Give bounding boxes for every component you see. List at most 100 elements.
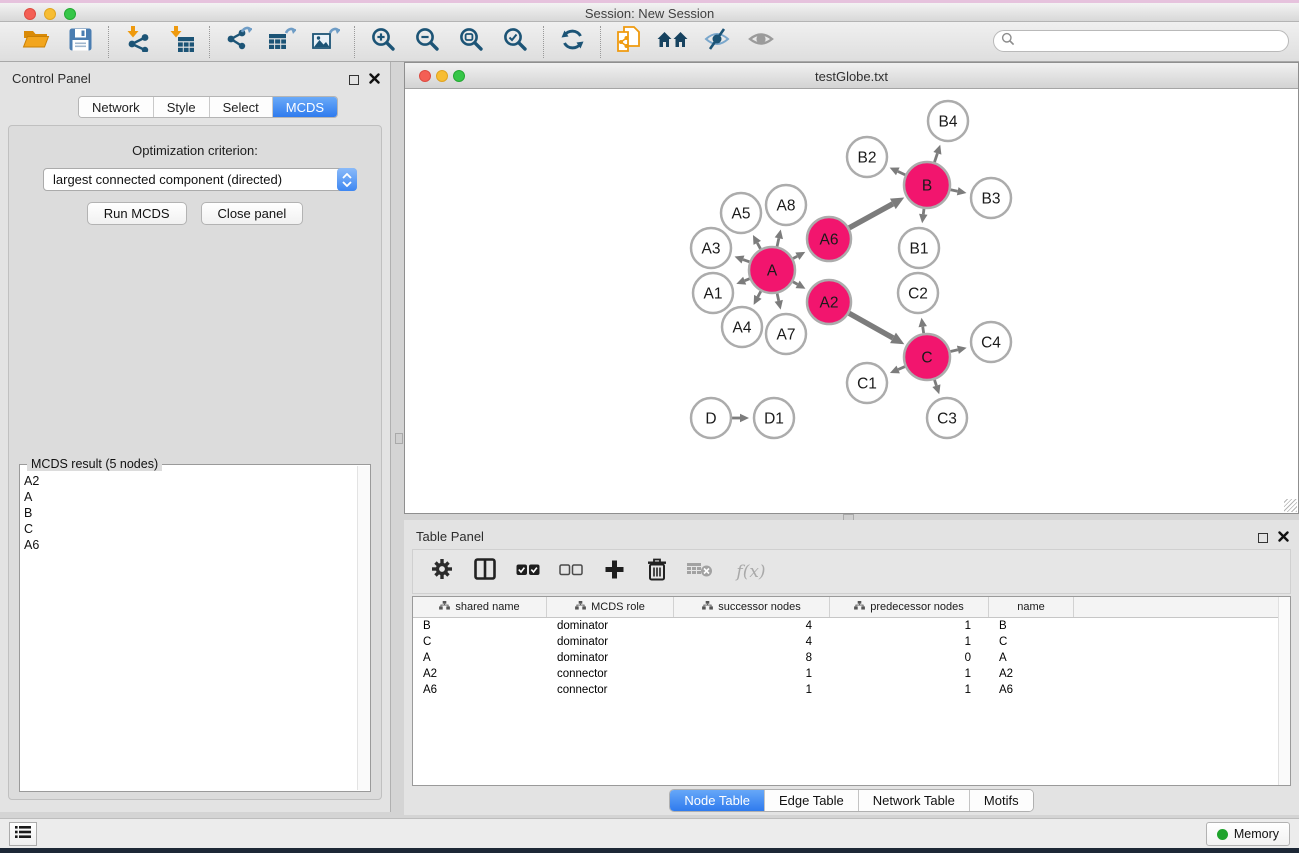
graph-edge-B-B2[interactable] bbox=[898, 171, 905, 174]
table-cell[interactable]: C bbox=[413, 636, 547, 648]
add-row-button[interactable] bbox=[601, 559, 627, 585]
graph-edge-A-A4[interactable] bbox=[758, 291, 761, 297]
column-header-successor-nodes[interactable]: successor nodes bbox=[674, 597, 830, 617]
table-cell[interactable]: 4 bbox=[674, 620, 830, 632]
graph-edge-A2-C[interactable] bbox=[849, 313, 893, 338]
search-field[interactable] bbox=[993, 30, 1289, 52]
split-handle[interactable] bbox=[395, 433, 403, 444]
table-cell[interactable]: A bbox=[413, 652, 547, 664]
hide-selected-button[interactable] bbox=[701, 27, 733, 57]
function-builder-button[interactable]: f(x) bbox=[730, 559, 772, 585]
clone-network-button[interactable] bbox=[613, 27, 645, 57]
deselect-all-button[interactable] bbox=[558, 559, 584, 585]
run-mcds-button[interactable]: Run MCDS bbox=[87, 202, 187, 225]
show-all-button[interactable] bbox=[745, 27, 777, 57]
graph-edge-B-B3[interactable] bbox=[951, 190, 958, 191]
show-columns-button[interactable] bbox=[472, 559, 498, 585]
tab-node-table[interactable]: Node Table bbox=[670, 790, 765, 811]
table-cell[interactable]: 1 bbox=[674, 684, 830, 696]
column-header-shared-name[interactable]: shared name bbox=[413, 597, 547, 617]
table-row[interactable]: Adominator80A bbox=[413, 650, 1290, 666]
first-neighbors-button[interactable] bbox=[657, 27, 689, 57]
close-panel-icon[interactable] bbox=[1278, 529, 1289, 547]
zoom-out-button[interactable] bbox=[411, 27, 443, 57]
graph-edge-C-C1[interactable] bbox=[898, 367, 905, 370]
table-row[interactable]: Bdominator41B bbox=[413, 618, 1290, 634]
graph-edge-B-B4[interactable] bbox=[934, 153, 937, 162]
graph-edge-A-A2[interactable] bbox=[793, 282, 798, 285]
graph-edge-B-B1[interactable] bbox=[923, 209, 924, 214]
table-cell[interactable]: A2 bbox=[413, 668, 547, 680]
graph-edge-C-C4[interactable] bbox=[950, 350, 958, 352]
graph-edge-C-C2[interactable] bbox=[923, 327, 924, 334]
table-cell[interactable]: C bbox=[989, 636, 1074, 648]
table-row[interactable]: A2connector11A2 bbox=[413, 666, 1290, 682]
table-cell[interactable]: A bbox=[989, 652, 1074, 664]
column-header-predecessor-nodes[interactable]: predecessor nodes bbox=[830, 597, 989, 617]
export-network-button[interactable] bbox=[222, 27, 254, 57]
close-panel-button[interactable]: Close panel bbox=[201, 202, 304, 225]
delete-row-button[interactable] bbox=[644, 559, 670, 585]
tab-motifs[interactable]: Motifs bbox=[970, 790, 1033, 811]
network-canvas[interactable]: AA1A3A5A8A4A7A6A2BB2B4B3B1CC2C4C1C3DD1 bbox=[405, 89, 1298, 513]
criterion-select[interactable]: largest connected component (directed) bbox=[43, 168, 357, 191]
export-image-button[interactable] bbox=[310, 27, 342, 57]
close-panel-icon[interactable] bbox=[369, 71, 380, 89]
search-input[interactable] bbox=[1015, 32, 1288, 50]
graph-edge-A-A8[interactable] bbox=[777, 238, 779, 246]
export-table-button[interactable] bbox=[266, 27, 298, 57]
table-cell[interactable]: 4 bbox=[674, 636, 830, 648]
tab-network-table[interactable]: Network Table bbox=[859, 790, 970, 811]
graph-edge-A-A6[interactable] bbox=[793, 256, 797, 258]
table-cell[interactable]: dominator bbox=[547, 636, 674, 648]
panel-toggle-button[interactable] bbox=[9, 822, 37, 846]
table-cell[interactable]: B bbox=[413, 620, 547, 632]
result-scrollbar[interactable] bbox=[357, 466, 370, 790]
table-cell[interactable]: 1 bbox=[674, 668, 830, 680]
graph-edge-A-A7[interactable] bbox=[777, 293, 779, 300]
save-session-button[interactable] bbox=[64, 27, 96, 57]
refresh-button[interactable] bbox=[556, 27, 588, 57]
resize-grip-icon[interactable] bbox=[1284, 499, 1297, 512]
table-cell[interactable]: A6 bbox=[989, 684, 1074, 696]
float-panel-icon[interactable] bbox=[1258, 533, 1268, 543]
tab-select[interactable]: Select bbox=[210, 97, 273, 117]
graph-edge-A-A3[interactable] bbox=[743, 260, 749, 262]
tab-edge-table[interactable]: Edge Table bbox=[765, 790, 859, 811]
tab-mcds[interactable]: MCDS bbox=[273, 97, 337, 117]
table-cell[interactable]: 1 bbox=[830, 636, 989, 648]
tab-style[interactable]: Style bbox=[154, 97, 210, 117]
column-header-MCDS-role[interactable]: MCDS role bbox=[547, 597, 674, 617]
zoom-selected-button[interactable] bbox=[499, 27, 531, 57]
zoom-in-button[interactable] bbox=[367, 27, 399, 57]
table-cell[interactable]: 0 bbox=[830, 652, 989, 664]
table-cell[interactable]: 1 bbox=[830, 620, 989, 632]
graph-edge-C-C3[interactable] bbox=[934, 380, 936, 386]
table-cell[interactable]: B bbox=[989, 620, 1074, 632]
table-row[interactable]: A6connector11A6 bbox=[413, 682, 1290, 698]
open-session-button[interactable] bbox=[20, 27, 52, 57]
table-row[interactable]: Cdominator41C bbox=[413, 634, 1290, 650]
table-settings-button[interactable] bbox=[429, 559, 455, 585]
table-cell[interactable]: 1 bbox=[830, 668, 989, 680]
table-cell[interactable]: A6 bbox=[413, 684, 547, 696]
graph-edge-A-A5[interactable] bbox=[757, 243, 760, 249]
import-table-button[interactable] bbox=[165, 27, 197, 57]
graph-edge-A6-B[interactable] bbox=[849, 204, 893, 228]
import-network-button[interactable] bbox=[121, 27, 153, 57]
zoom-fit-button[interactable] bbox=[455, 27, 487, 57]
column-header-name[interactable]: name bbox=[989, 597, 1074, 617]
tab-network[interactable]: Network bbox=[79, 97, 154, 117]
table-scrollbar[interactable] bbox=[1278, 597, 1290, 785]
table-cell[interactable]: connector bbox=[547, 684, 674, 696]
float-panel-icon[interactable] bbox=[349, 75, 359, 85]
select-all-button[interactable] bbox=[515, 559, 541, 585]
memory-button[interactable]: Memory bbox=[1206, 822, 1290, 846]
delete-table-button[interactable] bbox=[687, 559, 713, 585]
table-cell[interactable]: 8 bbox=[674, 652, 830, 664]
table-cell[interactable]: A2 bbox=[989, 668, 1074, 680]
table-cell[interactable]: dominator bbox=[547, 620, 674, 632]
table-cell[interactable]: dominator bbox=[547, 652, 674, 664]
table-cell[interactable]: connector bbox=[547, 668, 674, 680]
graph-edge-A-A1[interactable] bbox=[745, 279, 750, 281]
